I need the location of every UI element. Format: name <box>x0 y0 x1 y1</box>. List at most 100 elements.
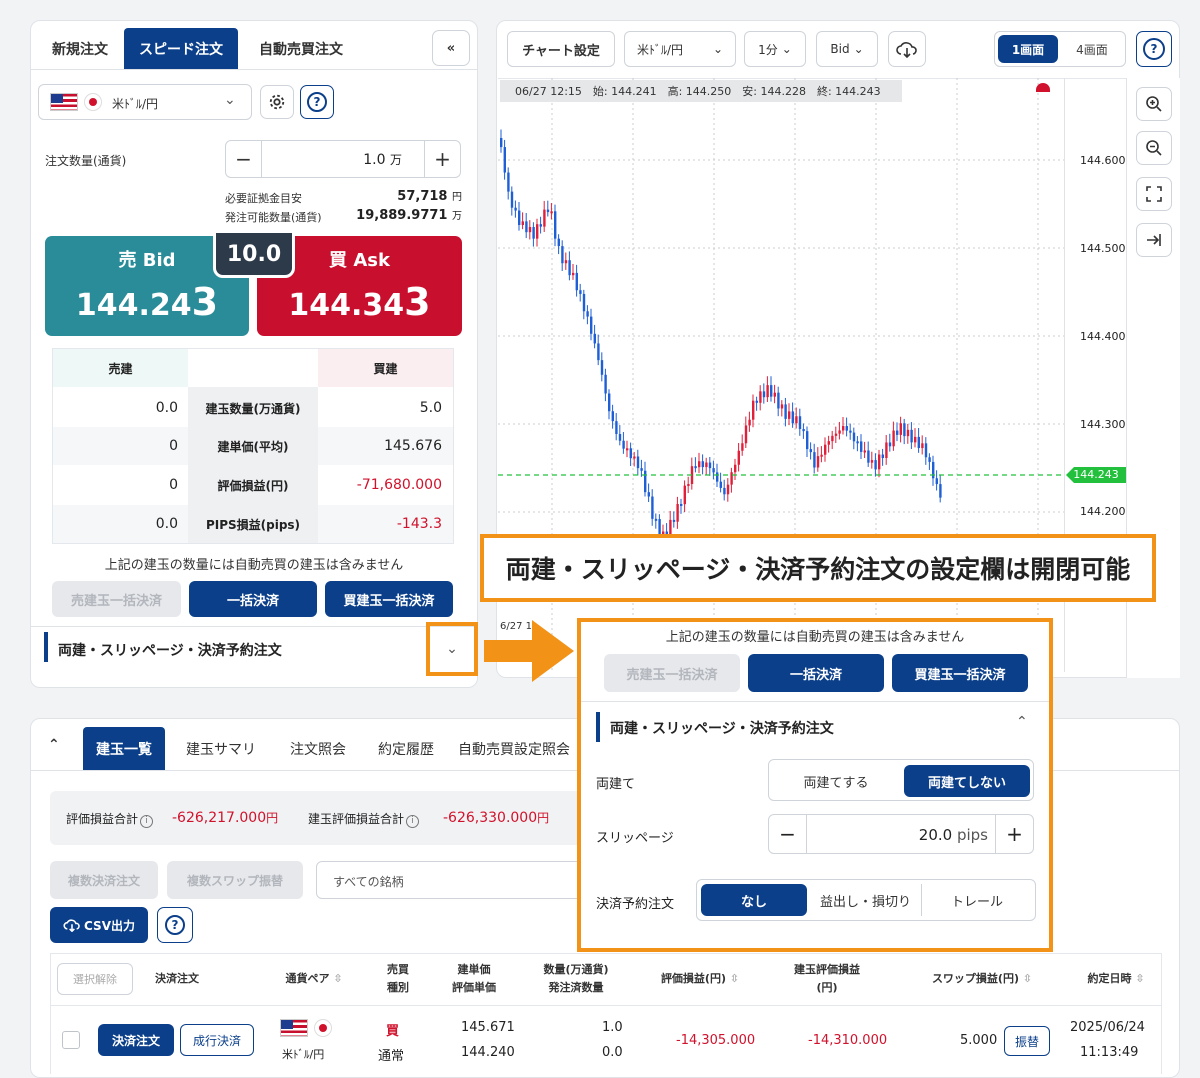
candle-body <box>536 224 539 239</box>
symbol-filter-select[interactable]: すべての銘柄 <box>316 861 606 899</box>
view-1-button[interactable]: 1画面 <box>998 35 1058 63</box>
slippage-label: スリッページ <box>596 831 674 846</box>
tab-speed-order[interactable]: スピード注文 <box>124 28 238 70</box>
tab-orders[interactable]: 注文照会 <box>278 727 358 771</box>
side-select[interactable]: Bid ⌄ <box>816 31 878 67</box>
chart-pair-select[interactable]: 米ﾄﾞﾙ/円 ⌄ <box>624 31 736 67</box>
candle-body <box>874 460 877 470</box>
candle-body <box>845 426 848 431</box>
candle-body <box>928 457 931 462</box>
settings-button[interactable] <box>260 85 294 119</box>
reserve-trail-option[interactable]: トレール <box>922 884 1032 916</box>
view-4-button[interactable]: 4画面 <box>1062 35 1122 63</box>
bottom-help-button[interactable]: ? <box>157 907 193 943</box>
candle-body <box>626 448 629 451</box>
candle-body <box>604 374 607 394</box>
qty-value[interactable]: 1.0 万 <box>270 151 402 168</box>
fullscreen-button[interactable] <box>1136 177 1172 211</box>
csv-export-button[interactable]: CSV出力 <box>50 907 148 943</box>
candle-body <box>896 430 899 435</box>
candle-body <box>622 440 625 449</box>
candle-body <box>734 464 737 473</box>
slippage-value[interactable]: 20.0 pips <box>812 826 988 844</box>
help-button[interactable]: ? <box>300 85 334 119</box>
multi-settle-button[interactable]: 複数決済注文 <box>50 861 158 899</box>
tab-positions[interactable]: 建玉一覧 <box>83 727 165 771</box>
reserve-none-option[interactable]: なし <box>701 884 807 916</box>
qty-minus-button[interactable]: − <box>226 141 262 177</box>
col-swap[interactable]: スワップ損益(円) ⇳ <box>920 970 1044 988</box>
candle-body <box>888 442 892 447</box>
slippage-minus-button[interactable]: − <box>769 815 807 853</box>
candle-body <box>500 138 503 148</box>
scroll-latest-button[interactable] <box>1136 223 1172 257</box>
multi-swap-button[interactable]: 複数スワップ振替 <box>167 861 303 899</box>
pl-value: -626,217.000円 <box>172 810 279 826</box>
chart-help-button[interactable]: ? <box>1136 31 1172 67</box>
candle-body <box>737 450 740 465</box>
candle-body <box>762 391 766 398</box>
row-market-button[interactable]: 成行決済 <box>180 1024 254 1056</box>
popup-note: 上記の建玉の数量には自動売買の建玉は含みません <box>665 630 965 645</box>
candle-body <box>834 433 838 436</box>
chevron-down-icon: ⌄ <box>446 641 458 657</box>
buy-all-settle-button[interactable]: 買建玉一括決済 <box>325 581 453 617</box>
zoom-out-button[interactable] <box>1136 131 1172 165</box>
pos-buy-pips: -143.3 <box>396 516 442 532</box>
zoom-in-button[interactable] <box>1136 87 1172 121</box>
download-button[interactable] <box>888 31 926 67</box>
current-price-badge: 144.243 <box>1066 467 1126 483</box>
popup-sell-all-button[interactable]: 売建玉一括決済 <box>604 654 740 692</box>
tab-auto-settings[interactable]: 自動売買設定照会 <box>458 727 578 771</box>
interval-select[interactable]: 1分 ⌄ <box>744 31 806 67</box>
pos-buy-qty: 5.0 <box>419 400 442 416</box>
candle-body <box>806 431 809 450</box>
sort-icon: ⇳ <box>1135 972 1145 985</box>
sell-all-settle-button[interactable]: 売建玉一括決済 <box>52 581 181 617</box>
col-pl[interactable]: 評価損益(円) ⇳ <box>650 970 750 988</box>
col-side[interactable]: 売買 種別 <box>370 961 426 997</box>
tab-summary[interactable]: 建玉サマリ <box>175 727 267 771</box>
reserve-tp-option[interactable]: 益出し・損切り <box>810 884 922 916</box>
chevron-up-icon[interactable]: ⌃ <box>1016 714 1028 730</box>
candle-body <box>795 416 798 424</box>
collapse-bottom-button[interactable]: ⌃ <box>48 737 60 753</box>
row-pos-pl: -14,310.000 <box>808 1033 888 1048</box>
popup-buy-all-button[interactable]: 買建玉一括決済 <box>892 654 1028 692</box>
deselect-button[interactable]: 選択解除 <box>57 963 133 995</box>
all-settle-button[interactable]: 一括決済 <box>189 581 317 617</box>
candle-body <box>557 238 560 247</box>
popup-all-settle-button[interactable]: 一括決済 <box>748 654 884 692</box>
candle-body <box>651 496 654 519</box>
tab-auto-order[interactable]: 自動売買注文 <box>244 28 358 70</box>
arrow-to-right-icon <box>1147 234 1161 246</box>
candle-body <box>554 211 557 239</box>
cloud-download-icon <box>63 919 80 932</box>
row-checkbox[interactable] <box>62 1031 80 1049</box>
slippage-plus-button[interactable]: + <box>995 815 1033 853</box>
tab-new-order[interactable]: 新規注文 <box>40 28 120 70</box>
candle-body <box>852 432 856 442</box>
chart-settings-button[interactable]: チャート設定 <box>507 31 615 67</box>
row-swap-button[interactable]: 振替 <box>1004 1026 1050 1056</box>
candle-body <box>924 443 928 458</box>
candle-body <box>723 487 726 495</box>
tab-history[interactable]: 約定履歴 <box>366 727 446 771</box>
qty-plus-button[interactable]: + <box>424 141 460 177</box>
col-date[interactable]: 約定日時 ⇳ <box>1078 970 1154 988</box>
collapse-panel-button[interactable]: « <box>432 30 470 66</box>
candle-body <box>676 503 679 522</box>
row-settle-button[interactable]: 決済注文 <box>98 1024 174 1056</box>
col-qty[interactable]: 数量(万通貨) 発注済数量 <box>534 961 618 997</box>
candle-body <box>640 468 643 471</box>
sort-icon: ⇳ <box>1022 972 1033 985</box>
candle-body <box>568 260 571 276</box>
hedge-no-option[interactable]: 両建てしない <box>904 765 1030 797</box>
section-toggle-button[interactable]: ⌄ <box>426 622 478 676</box>
col-pair[interactable]: 通貨ペア ⇳ <box>272 970 356 988</box>
row-pair: 米ﾄﾞﾙ/円 <box>282 1048 325 1061</box>
candle-body <box>726 484 730 495</box>
col-price[interactable]: 建単価 評価単価 <box>444 961 504 997</box>
hedge-yes-option[interactable]: 両建てする <box>772 765 900 797</box>
col-pos-pl[interactable]: 建玉評価損益 (円) <box>780 961 874 997</box>
